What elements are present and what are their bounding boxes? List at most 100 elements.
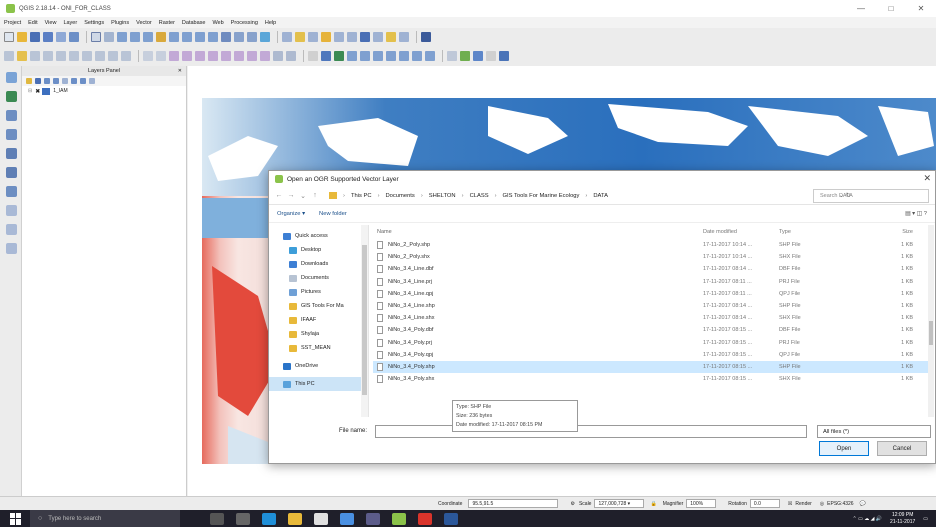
clock-time[interactable]: 12:09 PM [890, 512, 915, 519]
pan-icon[interactable] [91, 32, 101, 42]
menu-layer[interactable]: Layer [63, 20, 77, 26]
file-row[interactable]: NiNo_3.4_Line.shx 17-11-2017 08:14 ... SHX… [373, 312, 929, 324]
new-folder-button[interactable]: New folder [319, 211, 347, 217]
add-oracle-icon[interactable] [386, 51, 396, 61]
layer-labeling-icon[interactable] [182, 51, 192, 61]
file-row[interactable]: NiNo_3.4_Line.prj 17-11-2017 08:11 ... PRJ… [373, 276, 929, 288]
python-console-icon[interactable] [421, 32, 431, 42]
add-mssql-icon[interactable] [373, 51, 383, 61]
lock-icon[interactable]: 🔒 [650, 501, 656, 507]
vertex-editor-icon[interactable] [486, 51, 496, 61]
menu-processing[interactable]: Processing [231, 20, 258, 26]
add-group-icon[interactable] [35, 78, 41, 84]
magnifier-field[interactable]: 100% [686, 499, 717, 508]
edge-icon[interactable] [262, 512, 276, 525]
zoom-in-icon[interactable] [117, 32, 127, 42]
filter-legend-icon[interactable] [53, 78, 59, 84]
crumb-gis-tools[interactable]: GIS Tools For Marine Ecology [503, 193, 580, 199]
add-wfs-tool-icon[interactable] [6, 186, 17, 197]
refresh-icon[interactable] [260, 32, 270, 42]
pan-to-selection-icon[interactable] [104, 32, 114, 42]
task-view-icon[interactable] [236, 512, 250, 525]
add-wcs-tool-icon[interactable] [6, 167, 17, 178]
dropdown-icon[interactable] [308, 51, 318, 61]
menu-settings[interactable]: Settings [84, 20, 104, 26]
undo-icon[interactable] [143, 51, 153, 61]
add-raster-tool-icon[interactable] [6, 91, 17, 102]
nav-quick-access[interactable]: Quick access [269, 229, 368, 243]
move-label-icon[interactable] [221, 51, 231, 61]
crs-label[interactable]: EPSG:4326 [827, 501, 853, 507]
add-vector-tool-icon[interactable] [6, 72, 17, 83]
view-options-icon[interactable]: ▤ ▾ ◫ ? [905, 211, 927, 217]
zoom-selection-icon[interactable] [169, 32, 179, 42]
menu-vector[interactable]: Vector [136, 20, 152, 26]
menu-edit[interactable]: Edit [28, 20, 37, 26]
crumb-shelton[interactable]: SHELTON [429, 193, 456, 199]
dropbox-icon[interactable] [340, 512, 354, 525]
deselect-icon[interactable] [321, 32, 331, 42]
file-row-selected[interactable]: NiNo_3.4_Poly.shp 17-11-2017 08:15 ... SHP… [373, 360, 929, 374]
manage-visibility-icon[interactable] [44, 78, 50, 84]
save-project-icon[interactable] [30, 32, 40, 42]
file-type-filter[interactable]: All files (*) [817, 424, 931, 438]
menu-plugins[interactable]: Plugins [111, 20, 129, 26]
nav-pictures[interactable]: Pictures [269, 285, 368, 299]
panel-close-icon[interactable]: ✕ [178, 66, 182, 76]
nav-scrollbar[interactable] [361, 225, 368, 417]
redo-icon[interactable] [156, 51, 166, 61]
save-edits-icon[interactable] [30, 51, 40, 61]
file-row[interactable]: NiNo_3.4_Line.qpj 17-11-2017 08:11 ... QPJ… [373, 288, 929, 300]
zoom-last-icon[interactable] [195, 32, 205, 42]
collapse-icon[interactable]: ⊟ [28, 88, 32, 94]
collapse-all-icon[interactable] [80, 78, 86, 84]
label-icon[interactable] [169, 51, 179, 61]
change-label-icon[interactable] [247, 51, 257, 61]
file-row[interactable]: NiNo_3.4_Poly.dbf 17-11-2017 08:15 ... DBF… [373, 324, 929, 336]
search-input[interactable]: Search DATA [813, 189, 929, 203]
show-bookmarks-icon[interactable] [247, 32, 257, 42]
nav-onedrive[interactable]: OneDrive [269, 359, 368, 373]
file-name-input[interactable] [375, 424, 807, 438]
add-delimited-text-icon[interactable] [6, 205, 17, 216]
expand-all-icon[interactable] [71, 78, 77, 84]
file-row[interactable]: NiNo_3.4_Line.shp 17-11-2017 08:14 ... SHP… [373, 300, 929, 312]
composer-manager-icon[interactable] [69, 32, 79, 42]
recent-dropdown-icon[interactable]: ⌄ [297, 192, 309, 200]
zoom-layer-icon[interactable] [182, 32, 192, 42]
dialog-close-icon[interactable]: ✕ [923, 173, 931, 184]
statistics-icon[interactable] [360, 32, 370, 42]
add-feature-icon[interactable] [43, 51, 53, 61]
file-row[interactable]: NiNo_3.4_Poly.prj 17-11-2017 08:15 ... PRJ… [373, 337, 929, 349]
up-icon[interactable]: ↑ [309, 192, 321, 199]
zoom-full-icon[interactable] [156, 32, 166, 42]
file-row[interactable]: NiNo_3.4_Poly.shx 17-11-2017 08:15 ... SHX… [373, 373, 929, 385]
add-postgis-tool-icon[interactable] [6, 110, 17, 121]
col-date[interactable]: Date modified [703, 229, 779, 235]
file-row[interactable]: NiNo_2_Poly.shp 17-11-2017 10:14 ... SHP F… [373, 239, 929, 251]
current-edits-icon[interactable] [4, 51, 14, 61]
remove-layer-icon[interactable] [89, 78, 95, 84]
open-project-icon[interactable] [17, 32, 27, 42]
crumb-data[interactable]: DATA [593, 193, 608, 199]
new-project-icon[interactable] [4, 32, 14, 42]
attribute-table-icon[interactable] [334, 32, 344, 42]
add-spatialite-tool-icon[interactable] [6, 129, 17, 140]
copy-features-icon[interactable] [108, 51, 118, 61]
zoom-out-icon[interactable] [130, 32, 140, 42]
new-map-view-icon[interactable] [221, 32, 231, 42]
minimize-button[interactable]: — [846, 0, 876, 17]
word-icon[interactable] [444, 512, 458, 525]
gps-icon[interactable] [473, 51, 483, 61]
node-tool-icon[interactable] [69, 51, 79, 61]
tray-icons[interactable]: ⌃ ▭ ☁ ◢ 🔊 [853, 516, 883, 522]
add-wfs-icon[interactable] [425, 51, 435, 61]
store-icon[interactable] [314, 512, 328, 525]
new-shapefile-icon[interactable] [447, 51, 457, 61]
crumb-documents[interactable]: Documents [386, 193, 415, 199]
clock-date[interactable]: 21-11-2017 [890, 519, 915, 526]
crs-icon[interactable]: ◎ [820, 501, 824, 507]
add-vector-layer-icon[interactable] [321, 51, 331, 61]
render-checkbox[interactable]: ☒ [788, 501, 792, 507]
print-composer-icon[interactable] [56, 32, 66, 42]
